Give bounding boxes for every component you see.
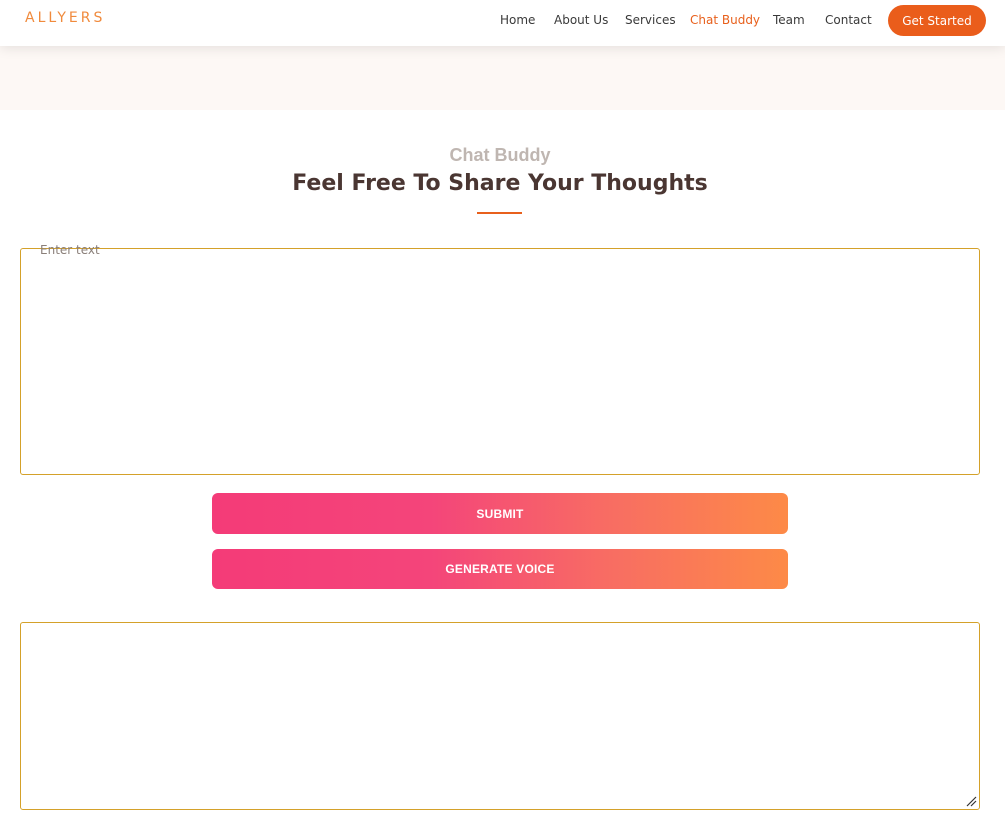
- nav-item-team[interactable]: Team: [773, 13, 805, 27]
- title-divider: [477, 212, 522, 214]
- submit-button[interactable]: SUBMIT: [212, 493, 788, 534]
- nav-item-about-us[interactable]: About Us: [554, 13, 608, 27]
- generate-voice-button[interactable]: GENERATE VOICE: [212, 549, 788, 589]
- get-started-button[interactable]: Get Started: [888, 5, 986, 36]
- section-subtitle: Chat Buddy: [449, 145, 551, 165]
- hero-band: [0, 46, 1005, 110]
- nav-item-home[interactable]: Home: [500, 13, 535, 27]
- nav-item-contact[interactable]: Contact: [825, 13, 872, 27]
- nav-item-services[interactable]: Services: [625, 13, 676, 27]
- main-nav: Home About Us Services Chat Buddy Team C…: [0, 0, 1005, 46]
- resize-handle-icon[interactable]: [965, 795, 977, 807]
- response-output-area[interactable]: [20, 622, 980, 810]
- nav-item-chat-buddy[interactable]: Chat Buddy: [690, 13, 760, 27]
- text-input-area[interactable]: Enter text: [20, 243, 980, 475]
- site-header: ALLYERS Home About Us Services Chat Budd…: [0, 0, 1005, 46]
- page-title: Feel Free To Share Your Thoughts: [292, 171, 708, 196]
- input-placeholder: Enter text: [40, 243, 100, 257]
